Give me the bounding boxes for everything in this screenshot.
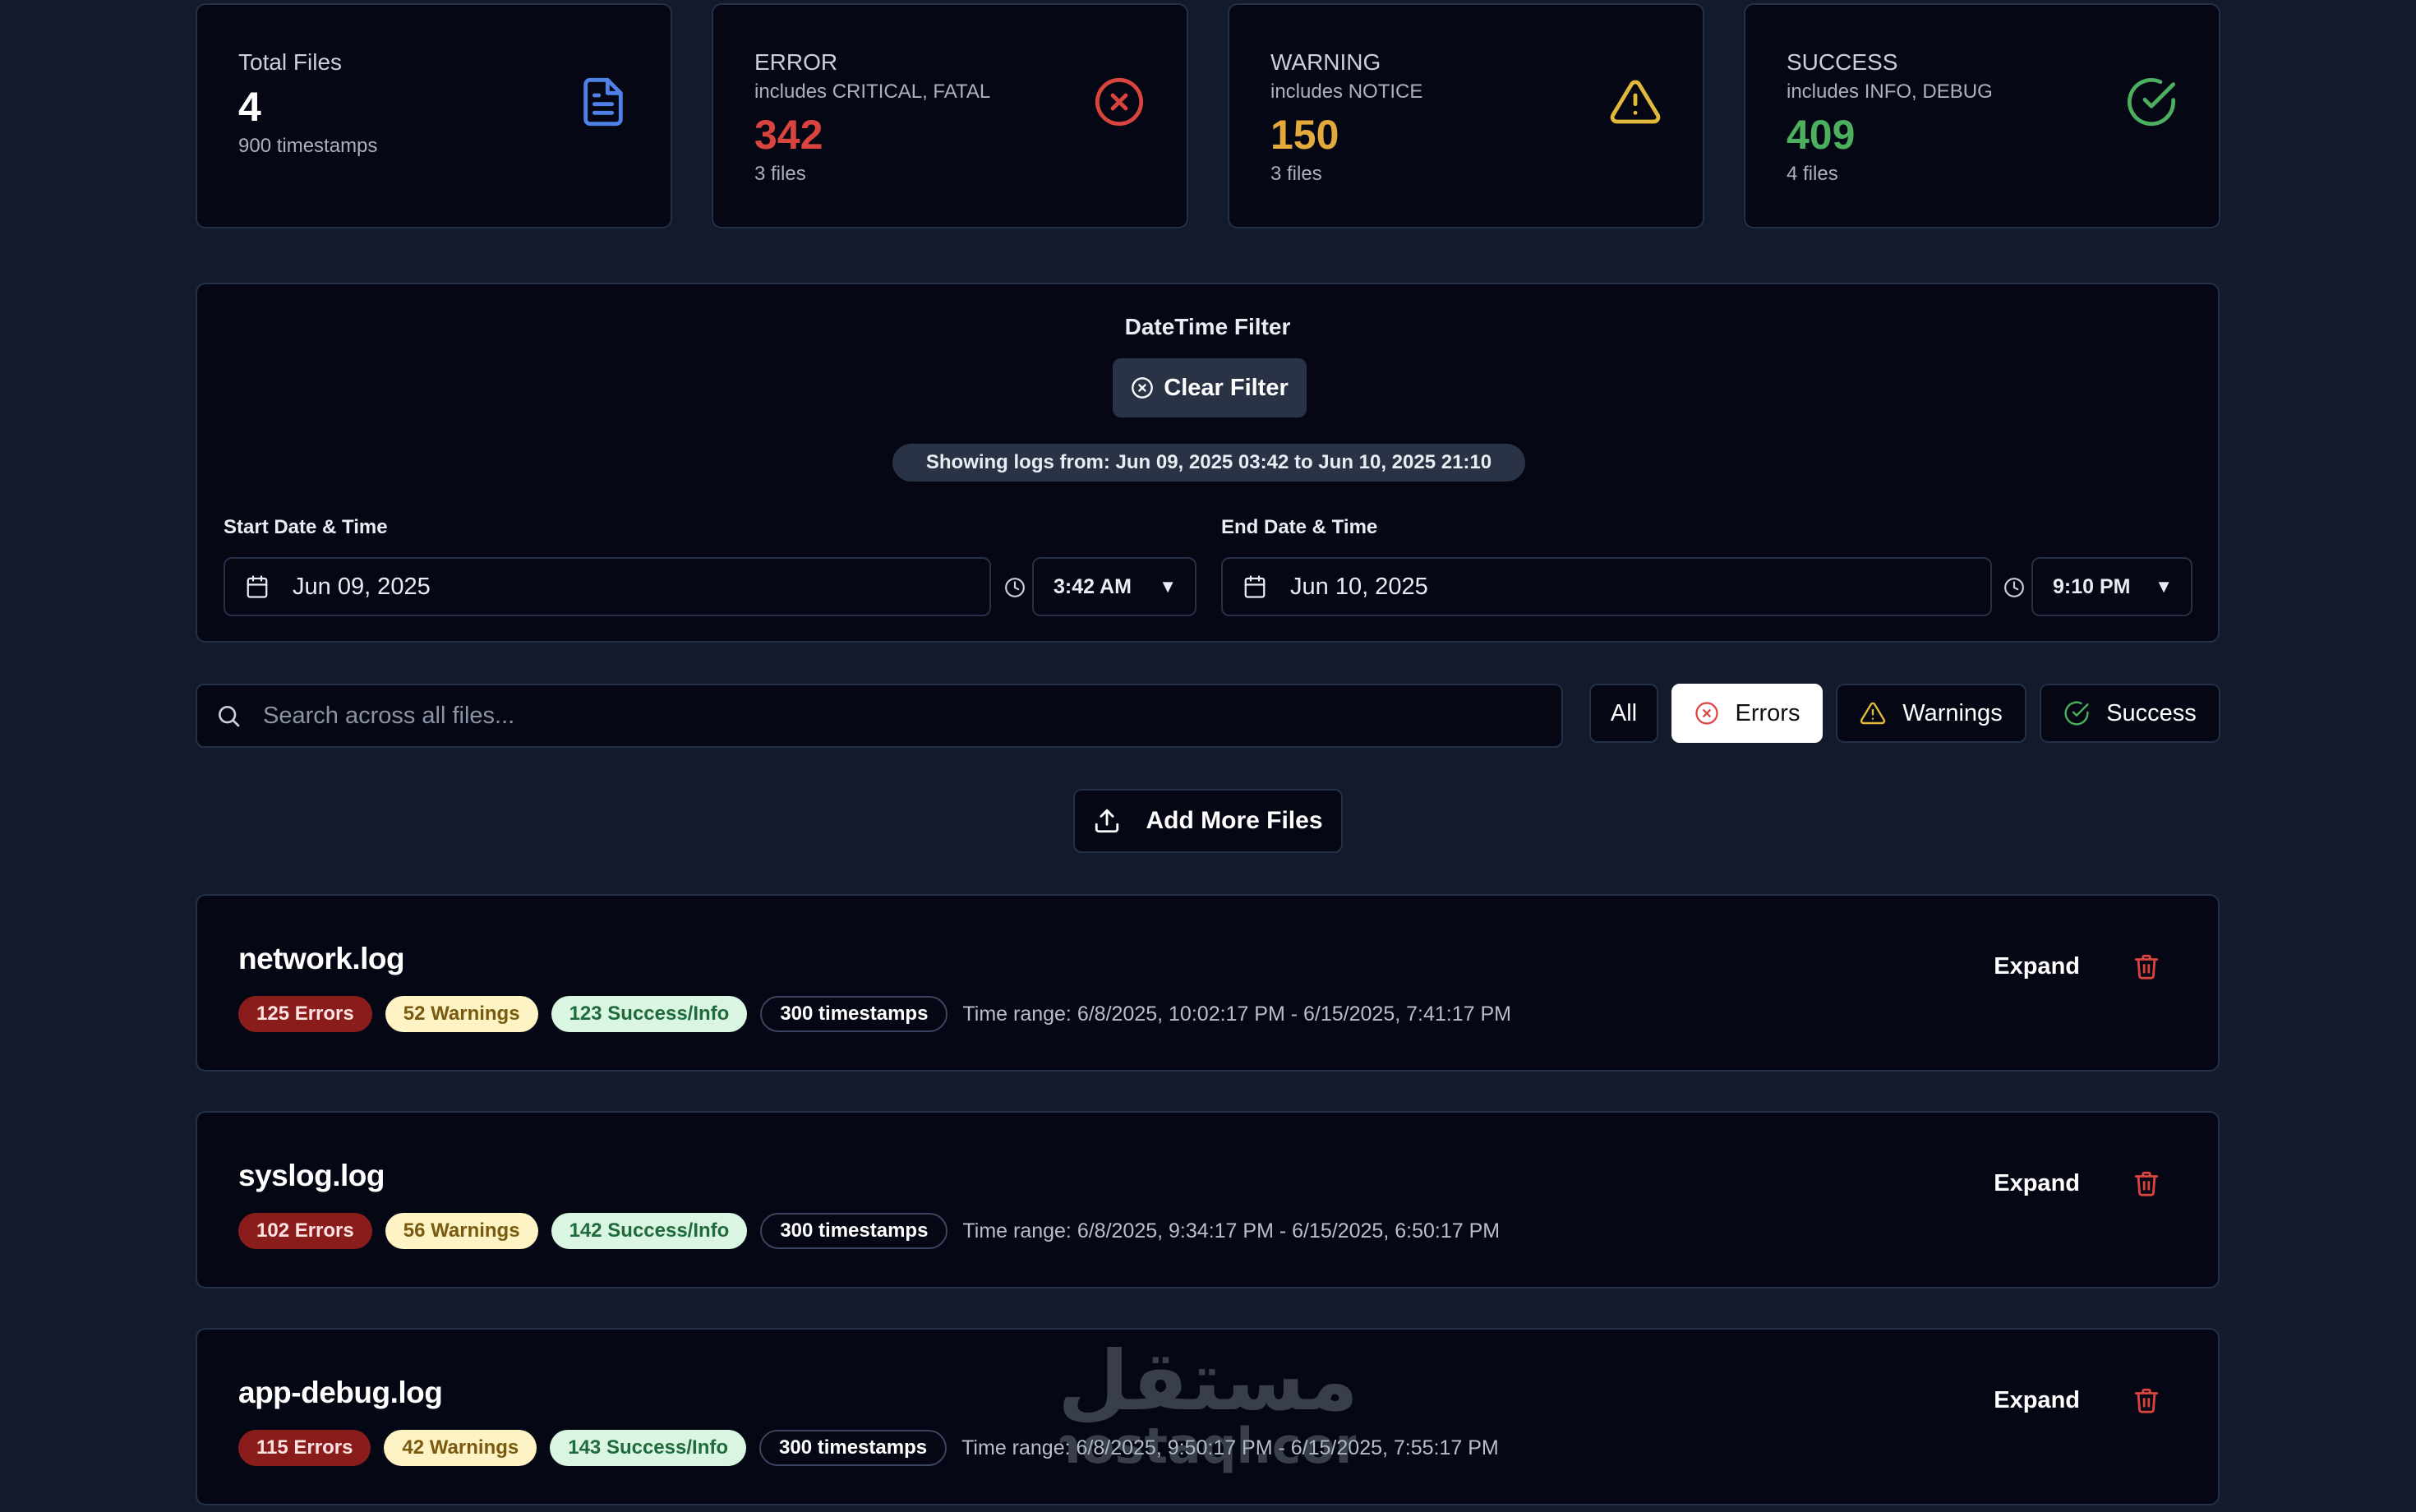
start-date-value: Jun 09, 2025 <box>293 573 431 600</box>
check-circle-icon <box>2127 78 2176 127</box>
error-title: ERROR <box>754 49 838 75</box>
end-time-value: 9:10 PM <box>2053 574 2131 598</box>
expand-button[interactable]: Expand <box>1994 1170 2080 1197</box>
filter-success-button[interactable]: Success <box>2040 684 2220 743</box>
warning-count-badge: 56 Warnings <box>385 1213 538 1249</box>
filter-errors-label: Errors <box>1735 699 1800 726</box>
end-date-value: Jun 10, 2025 <box>1290 573 1428 600</box>
filter-success-label: Success <box>2106 699 2197 726</box>
calendar-icon <box>1244 575 1266 598</box>
timestamps-badge: 300 timestamps <box>760 996 948 1032</box>
clock-icon <box>1005 578 1025 597</box>
start-time-value: 3:42 AM <box>1054 574 1132 598</box>
file-card: syslog.log 102 Errors 56 Warnings 142 Su… <box>196 1111 2220 1288</box>
search-input[interactable] <box>263 702 1496 730</box>
success-title: SUCCESS <box>1787 49 1898 75</box>
warning-count-badge: 42 Warnings <box>384 1430 537 1466</box>
error-includes: includes CRITICAL, FATAL <box>754 81 991 103</box>
filter-all-button[interactable]: All <box>1589 684 1658 743</box>
start-date-input[interactable]: Jun 09, 2025 <box>224 557 991 616</box>
time-range-text: Time range: 6/8/2025, 9:34:17 PM - 6/15/… <box>962 1219 1501 1242</box>
x-circle-icon <box>1095 77 1144 127</box>
x-circle-icon <box>1132 377 1154 399</box>
clock-icon <box>2004 578 2024 597</box>
add-more-files-button[interactable]: Add More Files <box>1073 789 1343 853</box>
success-value: 409 <box>1787 112 1856 158</box>
search-bar <box>196 684 1563 748</box>
file-card: network.log 125 Errors 52 Warnings 123 S… <box>196 894 2220 1072</box>
start-label: Start Date & Time <box>224 516 388 538</box>
error-sub: 3 files <box>754 163 806 185</box>
time-range-text: Time range: 6/8/2025, 9:50:17 PM - 6/15/… <box>961 1436 1499 1459</box>
success-sub: 4 files <box>1787 163 1838 185</box>
timestamps-badge: 300 timestamps <box>759 1430 947 1466</box>
error-value: 342 <box>754 112 823 158</box>
end-label: End Date & Time <box>1221 516 1378 538</box>
warning-includes: includes NOTICE <box>1270 81 1423 103</box>
warning-value: 150 <box>1270 112 1339 158</box>
filter-warnings-button[interactable]: Warnings <box>1836 684 2026 743</box>
error-count-badge: 115 Errors <box>238 1430 371 1466</box>
file-name: network.log <box>238 942 405 975</box>
error-card: ERROR includes CRITICAL, FATAL 342 3 fil… <box>712 3 1188 228</box>
filter-all-label: All <box>1610 699 1638 726</box>
chevron-down-icon: ▼ <box>1159 576 1177 597</box>
warning-triangle-icon <box>1860 702 1886 725</box>
warning-title: WARNING <box>1270 49 1381 75</box>
check-circle-icon <box>2064 701 2089 726</box>
warning-sub: 3 files <box>1270 163 1322 185</box>
x-circle-icon <box>1694 702 1718 725</box>
expand-button[interactable]: Expand <box>1994 953 2080 980</box>
warning-card: WARNING includes NOTICE 150 3 files <box>1228 3 1704 228</box>
error-count-badge: 102 Errors <box>238 1213 372 1249</box>
filter-errors-button[interactable]: Errors <box>1671 684 1823 743</box>
success-count-badge: 143 Success/Info <box>550 1430 746 1466</box>
warning-count-badge: 52 Warnings <box>385 996 538 1032</box>
upload-icon <box>1095 809 1119 833</box>
error-count-badge: 125 Errors <box>238 996 372 1032</box>
datetime-filter-panel: DateTime Filter Clear Filter Showing log… <box>196 283 2220 643</box>
end-date-input[interactable]: Jun 10, 2025 <box>1221 557 1992 616</box>
file-card: app-debug.log 115 Errors 42 Warnings 143… <box>196 1328 2220 1505</box>
total-files-title: Total Files <box>238 49 343 75</box>
document-icon <box>583 77 623 127</box>
trash-icon[interactable] <box>2132 1385 2160 1415</box>
file-name: syslog.log <box>238 1159 385 1192</box>
trash-icon[interactable] <box>2132 952 2160 981</box>
success-count-badge: 142 Success/Info <box>551 1213 748 1249</box>
chevron-down-icon: ▼ <box>2155 576 2173 597</box>
clear-filter-label: Clear Filter <box>1164 374 1289 401</box>
file-name: app-debug.log <box>238 1376 443 1409</box>
end-time-select[interactable]: 9:10 PM ▼ <box>2031 557 2192 616</box>
search-icon <box>219 706 240 727</box>
timestamps-badge: 300 timestamps <box>760 1213 948 1249</box>
calendar-icon <box>247 575 268 598</box>
success-includes: includes INFO, DEBUG <box>1787 81 1993 103</box>
trash-icon[interactable] <box>2132 1169 2160 1198</box>
success-card: SUCCESS includes INFO, DEBUG 409 4 files <box>1744 3 2220 228</box>
filter-title: DateTime Filter <box>1124 314 1291 339</box>
filter-warnings-label: Warnings <box>1902 699 2003 726</box>
expand-button[interactable]: Expand <box>1994 1387 2080 1414</box>
add-more-files-label: Add More Files <box>1146 807 1323 834</box>
time-range-text: Time range: 6/8/2025, 10:02:17 PM - 6/15… <box>962 1002 1511 1026</box>
total-files-card: Total Files 4 900 timestamps <box>196 3 672 228</box>
date-range-pill: Showing logs from: Jun 09, 2025 03:42 to… <box>892 444 1525 482</box>
start-time-select[interactable]: 3:42 AM ▼ <box>1032 557 1196 616</box>
success-count-badge: 123 Success/Info <box>551 996 748 1032</box>
clear-filter-button[interactable]: Clear Filter <box>1113 358 1307 417</box>
warning-triangle-icon <box>1610 80 1661 124</box>
total-files-sub: 900 timestamps <box>238 135 378 157</box>
total-files-value: 4 <box>238 84 261 130</box>
